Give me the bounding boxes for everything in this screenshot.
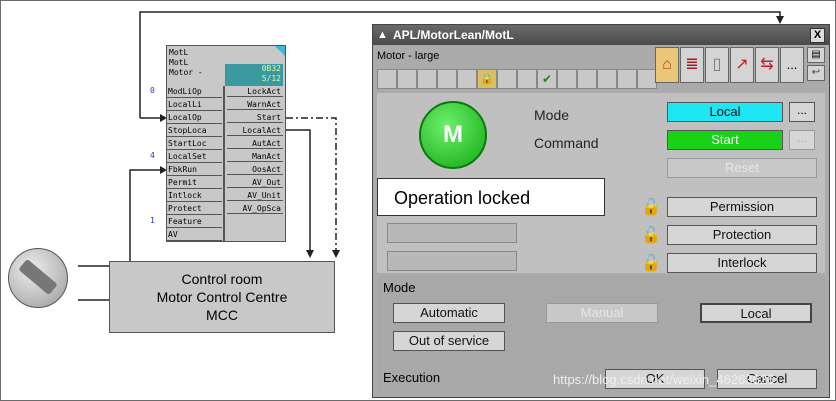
protection-button[interactable]: Protection <box>667 225 817 245</box>
operation-locked-callout: Operation locked <box>377 178 605 216</box>
input-pin: AV <box>167 229 222 241</box>
block-divider <box>223 86 225 241</box>
manual-button[interactable]: Manual <box>546 303 658 323</box>
document-icon[interactable]: ▯ <box>705 47 729 83</box>
interlock-button[interactable]: Interlock <box>667 253 817 273</box>
status-cell <box>457 69 477 89</box>
check-status-icon: ✔ <box>537 69 557 89</box>
output-pin: WarnAct <box>227 99 283 110</box>
parameter-icon[interactable]: ≣ <box>680 47 704 83</box>
empty-field <box>387 251 517 271</box>
status-cell <box>377 69 397 89</box>
input-pin: LocalOp <box>167 112 222 124</box>
input-pin: FbkRun <box>167 164 222 176</box>
reset-button[interactable]: Reset <box>667 158 817 178</box>
return-icon[interactable]: ↩ <box>807 65 825 81</box>
input-pin: Permit <box>167 177 222 189</box>
block-status-display: 0B32 5/12 <box>225 64 283 86</box>
output-pin: LocalAct <box>227 125 283 136</box>
lock-icon: 🔓 <box>641 227 661 244</box>
memo-icon[interactable]: ▤ <box>807 47 825 63</box>
status-cell <box>617 69 637 89</box>
mcc-box: Control room Motor Control Centre MCC <box>109 261 335 333</box>
output-pin: ManAct <box>227 151 283 162</box>
window-titlebar[interactable]: ▲ APL/MotorLean/MotL X <box>373 25 829 45</box>
input-pin: Intlock <box>167 190 222 202</box>
out-of-service-button[interactable]: Out of service <box>393 331 505 351</box>
execution-title: Execution <box>383 370 441 385</box>
output-pin: LockAct <box>227 86 283 97</box>
app-icon: ▲ <box>377 29 388 41</box>
close-button[interactable]: X <box>810 28 825 43</box>
output-pin: AutAct <box>227 138 283 149</box>
status-cell <box>417 69 437 89</box>
input-pin: ModLiOp <box>167 86 222 98</box>
mcc-line: Motor Control Centre <box>156 289 288 305</box>
pin-number: 4 <box>150 151 155 160</box>
lock-icon: 🔓 <box>641 199 661 216</box>
status-cell <box>597 69 617 89</box>
command-value-display: Start <box>667 130 783 150</box>
pin-number: 1 <box>150 216 155 225</box>
block-header: MotL MotL Motor - <box>169 48 225 78</box>
faceplate-switch-icon[interactable]: ⇆ <box>755 47 779 83</box>
output-pin: AV_Out <box>227 177 283 188</box>
status-cell <box>577 69 597 89</box>
output-pin: OosAct <box>227 164 283 175</box>
mode-value-display: Local <box>667 102 783 122</box>
command-label: Command <box>534 135 599 151</box>
motor-status-icon: M <box>419 101 487 169</box>
status-cell <box>397 69 417 89</box>
mode-label: Mode <box>534 107 570 123</box>
input-pin: LocalSet <box>167 151 222 163</box>
automatic-button[interactable]: Automatic <box>393 303 505 323</box>
status-cell <box>517 69 537 89</box>
output-pin: AV_OpSca <box>227 203 283 214</box>
lock-status-icon: 🔒 <box>477 69 497 89</box>
block-corner-marker <box>275 46 285 56</box>
more-views-button[interactable]: ... <box>780 47 804 83</box>
mcc-line: Control room <box>181 271 263 287</box>
permission-button[interactable]: Permission <box>667 197 817 217</box>
input-pin: Protect <box>167 203 222 215</box>
trend-icon[interactable]: ↗ <box>730 47 754 83</box>
motor-tag: Motor - large <box>377 50 440 62</box>
mode-more-button[interactable]: ... <box>789 102 815 122</box>
block-header-line: MotL <box>169 48 189 57</box>
block-header-line: MotL <box>169 58 189 67</box>
watermark-text: https://blog.csdn.net/weixin_46263626 <box>553 372 775 387</box>
status-cell <box>497 69 517 89</box>
local-button[interactable]: Local <box>700 303 812 323</box>
input-pin: LocalLi <box>167 99 222 111</box>
empty-field <box>387 223 517 243</box>
window-title: APL/MotorLean/MotL <box>393 28 514 42</box>
input-pin: StopLoca <box>167 125 222 137</box>
home-icon[interactable]: ⌂ <box>655 47 679 83</box>
block-display-line: 5/12 <box>261 74 281 83</box>
mode-section-title: Mode <box>383 280 416 295</box>
command-more-button[interactable]: ... <box>789 130 815 150</box>
input-pin: Feature <box>167 216 222 228</box>
pin-number: 0 <box>150 86 155 95</box>
motor-function-block: MotL MotL Motor - 0B32 5/12 ModLiOp Loca… <box>166 45 286 242</box>
mcc-line: MCC <box>206 307 238 323</box>
input-pin: StartLoc <box>167 138 222 150</box>
block-display-line: 0B32 <box>261 64 281 73</box>
status-cell <box>637 69 657 89</box>
lock-icon: 🔓 <box>641 255 661 272</box>
output-pin: Start <box>227 112 283 123</box>
status-cell <box>557 69 577 89</box>
block-header-line: Motor - <box>169 68 203 77</box>
status-cell <box>437 69 457 89</box>
output-pin: AV_Unit <box>227 190 283 201</box>
